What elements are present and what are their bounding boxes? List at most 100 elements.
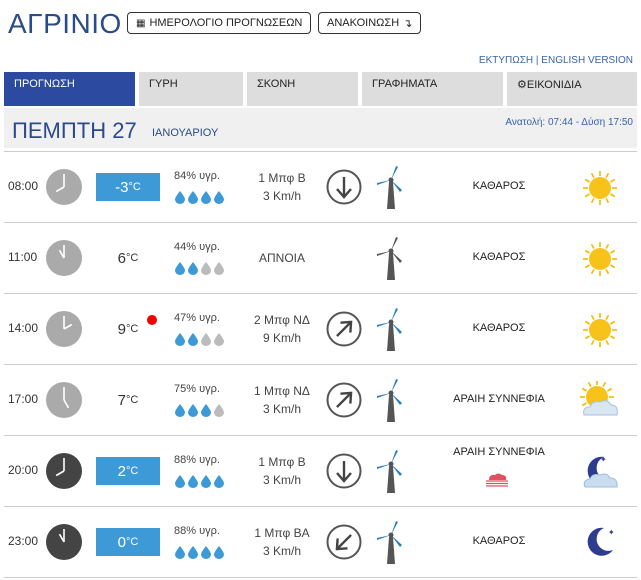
water-drop-icon: [214, 404, 224, 417]
temperature-unit: °C: [126, 465, 139, 477]
wind-direction-icon: [326, 524, 362, 560]
city-title: ΑΓΡΙΝΙΟ: [8, 8, 122, 39]
forecast-time: 23:00: [8, 534, 39, 548]
sun-icon: [583, 242, 617, 276]
forecast-row: 20:00 2 °C 88% υγρ. 1 Μπφ Β 3 Km/h ΑΡΑΙΗ ΣΥΝΝΕ…: [4, 435, 637, 507]
wind-info: 1 Μπφ Β 3 Km/h: [232, 453, 332, 489]
tab-label: ΓΥΡΗ: [149, 78, 178, 90]
sky-condition: ΑΡΑΙΗ ΣΥΝΝΕΦΙΑ: [453, 446, 545, 458]
tab-graphs[interactable]: ΓΡΑΦΗΜΑΤΑ: [362, 72, 503, 106]
wind-force: 1 Μπφ Β: [258, 455, 306, 469]
wind-turbine-icon: [377, 308, 402, 351]
clock-icon: [46, 382, 82, 418]
rain-indicator-dot: [147, 315, 157, 325]
water-drop-icon: [201, 333, 211, 346]
forecast-time: 11:00: [8, 250, 38, 264]
calendar-button-label: ΗΜΕΡΟΛΟΓΙΟ ΠΡΟΓΝΩΣΕΩΝ: [149, 17, 303, 29]
temperature-value: 0: [117, 533, 126, 551]
wind-turbine-icon: [377, 237, 402, 280]
humidity: 88% υγρ.: [174, 454, 220, 466]
water-drop-icon: [214, 475, 224, 488]
clock-icon: [46, 240, 82, 276]
water-drop-icon: [188, 191, 198, 204]
tab-label: ΠΡΟΓΝΩΣΗ: [14, 78, 75, 90]
water-drop-icon: [201, 262, 211, 275]
haze-icon: [486, 473, 508, 487]
forecast-row: 14:00 9 °C 47% υγρ. 2 Μπφ ΝΔ 9 Km/h ΚΑΘΑΡΟΣ: [4, 293, 637, 365]
humidity: 88% υγρ.: [174, 525, 220, 537]
moon-icon: ✦: [587, 527, 615, 556]
wind-turbine-icon: [377, 379, 402, 422]
day-month: ΙΑΝΟΥΑΡΙΟΥ: [152, 127, 219, 139]
humidity-drops: [174, 190, 225, 204]
wind-speed: 3 Km/h: [262, 544, 301, 558]
clock-icon: [46, 453, 82, 489]
water-drop-icon: [175, 262, 185, 275]
water-drop-icon: [201, 191, 211, 204]
temperature: 7 °C: [96, 386, 160, 414]
wind-info: 1 Μπφ ΝΔ 3 Km/h: [232, 382, 332, 418]
wind-info: ΑΠΝΟΙΑ: [232, 249, 332, 267]
temperature-unit: °C: [126, 252, 139, 264]
english-version-link[interactable]: ENGLISH VERSION: [541, 55, 633, 66]
announcement-button[interactable]: ΑΝΑΚΟΙΝΩΣΗ ↴: [318, 12, 422, 34]
forecast-time: 20:00: [8, 463, 39, 477]
tab-label: ΓΡΑΦΗΜΑΤΑ: [372, 78, 438, 90]
temperature: 2 °C: [96, 457, 160, 485]
clock-icon: [46, 524, 82, 560]
humidity-drops: [174, 332, 225, 346]
sky-condition: ΑΡΑΙΗ ΣΥΝΝΕΦΙΑ: [453, 393, 545, 405]
sun-icon: [583, 171, 617, 205]
tab-pollen[interactable]: ΓΥΡΗ: [139, 72, 243, 106]
wind-direction-icon: [326, 311, 362, 347]
water-drop-icon: [188, 475, 198, 488]
wind-force: 2 Μπφ ΝΔ: [254, 313, 310, 327]
temperature: -3 °C: [96, 173, 160, 201]
tab-forecast[interactable]: ΠΡΟΓΝΩΣΗ: [4, 72, 135, 106]
announcement-button-label: ΑΝΑΚΟΙΝΩΣΗ: [327, 17, 400, 29]
forecast-row: 11:00 6 °C 44% υγρ. ΑΠΝΟΙΑ ΚΑΘΑΡΟΣ: [4, 222, 637, 294]
sky-condition: ΚΑΘΑΡΟΣ: [472, 535, 526, 547]
wind-turbine-icon: [377, 450, 402, 493]
print-link[interactable]: ΕΚΤΥΠΩΣΗ: [479, 55, 533, 66]
temperature-value: 2: [117, 462, 126, 480]
forecast-row: 23:00 0 °C 88% υγρ. 1 Μπφ ΒΑ 3 Km/h ΚΑΘΑΡΟΣ ✦: [4, 506, 637, 578]
water-drop-icon: [175, 191, 185, 204]
water-drop-icon: [201, 475, 211, 488]
tab-dust[interactable]: ΣΚΟΝΗ: [247, 72, 358, 106]
temperature-value: 6: [117, 249, 126, 267]
sunrise-sunset: Ανατολή: 07:44 - Δύση 17:50: [505, 117, 633, 128]
gear-icon: ⚙: [517, 79, 527, 91]
tab-label: ΣΚΟΝΗ: [257, 78, 296, 90]
water-drop-icon: [188, 333, 198, 346]
wind-info: 1 Μπφ Β 3 Km/h: [232, 169, 332, 205]
water-drop-icon: [188, 262, 198, 275]
wind-direction-icon: [326, 453, 362, 489]
temperature-value: 9: [117, 320, 126, 338]
water-drop-icon: [188, 404, 198, 417]
clock-icon: [46, 311, 82, 347]
wind-direction-icon: [326, 169, 362, 205]
humidity: 84% υγρ.: [174, 170, 220, 182]
forecast-row: 17:00 7 °C 75% υγρ. 1 Μπφ ΝΔ 3 Km/h ΑΡΑΙΗ ΣΥΝΝ…: [4, 364, 637, 436]
humidity-drops: [174, 474, 225, 488]
wind-turbine-icon: [377, 166, 402, 209]
wind-speed: 3 Km/h: [262, 473, 301, 487]
tab-label: ΕΙΚΟΝΙΔΙΑ: [526, 79, 582, 91]
temperature-value: -3: [115, 178, 129, 196]
water-drop-icon: [214, 333, 224, 346]
top-links: ΕΚΤΥΠΩΣΗ | ENGLISH VERSION: [479, 55, 633, 66]
temperature-unit: °C: [128, 181, 141, 193]
humidity: 75% υγρ.: [174, 383, 220, 395]
day-name: ΠΕΜΠΤΗ 27: [12, 118, 137, 143]
humidity-drops: [174, 545, 225, 559]
water-drop-icon: [214, 191, 224, 204]
humidity: 47% υγρ.: [174, 312, 220, 324]
water-drop-icon: [175, 404, 185, 417]
forecast-calendar-button[interactable]: ▦ ΗΜΕΡΟΛΟΓΙΟ ΠΡΟΓΝΩΣΕΩΝ: [127, 12, 312, 34]
tab-icons[interactable]: ⚙ΕΙΚΟΝΙΔΙΑ: [507, 72, 637, 106]
link-separator: |: [535, 55, 539, 66]
water-drop-icon: [175, 333, 185, 346]
temperature: 6 °C: [96, 244, 160, 272]
wind-force: 1 Μπφ ΒΑ: [254, 526, 310, 540]
